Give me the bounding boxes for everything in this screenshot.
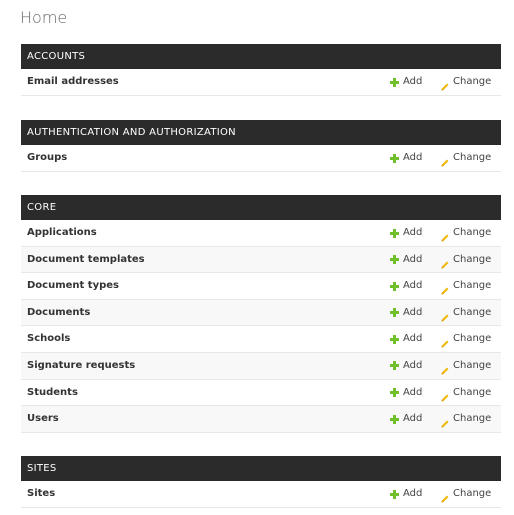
pencil-icon	[440, 228, 450, 242]
model-link[interactable]: Document templates	[27, 247, 145, 273]
model-row: Applications Add Change	[21, 220, 501, 247]
change-label: Change	[453, 152, 492, 163]
change-link[interactable]: Change	[440, 481, 491, 507]
model-link[interactable]: Document types	[27, 273, 119, 299]
add-link[interactable]: Add	[390, 353, 422, 379]
change-label: Change	[453, 386, 492, 398]
plus-icon	[390, 388, 399, 398]
pencil-icon	[440, 255, 450, 269]
change-link[interactable]: Change	[440, 300, 491, 326]
add-label: Add	[403, 413, 423, 425]
change-label: Change	[453, 306, 492, 318]
model-row: Document types Add Change	[21, 273, 501, 300]
plus-icon	[390, 414, 399, 424]
module-caption[interactable]: AUTHENTICATION AND AUTHORIZATION	[21, 120, 501, 145]
model-link[interactable]: Schools	[27, 326, 70, 352]
change-label: Change	[453, 359, 492, 371]
change-label: Change	[453, 413, 492, 425]
change-link[interactable]: Change	[440, 145, 491, 171]
pencil-icon	[440, 489, 450, 503]
model-link[interactable]: Sites	[27, 481, 55, 507]
model-link[interactable]: Applications	[27, 220, 97, 246]
add-link[interactable]: Add	[390, 300, 422, 326]
add-label: Add	[403, 280, 423, 292]
model-row: Groups Add Change	[21, 145, 501, 172]
module-3: SITES Sites Add Change	[21, 456, 501, 508]
change-link[interactable]: Change	[440, 247, 491, 273]
add-label: Add	[403, 253, 423, 265]
module-caption[interactable]: SITES	[21, 456, 501, 481]
model-link[interactable]: Signature requests	[27, 353, 135, 379]
add-label: Add	[403, 227, 423, 238]
add-link[interactable]: Add	[390, 145, 422, 171]
change-link[interactable]: Change	[440, 380, 491, 406]
plus-icon	[390, 77, 399, 87]
change-link[interactable]: Change	[440, 220, 491, 246]
pencil-icon	[440, 308, 450, 322]
add-label: Add	[403, 306, 423, 318]
plus-icon	[390, 361, 399, 371]
model-row: Students Add Change	[21, 380, 501, 407]
add-link[interactable]: Add	[390, 326, 422, 352]
change-label: Change	[453, 76, 492, 87]
module-1: AUTHENTICATION AND AUTHORIZATION Groups Ad…	[21, 120, 501, 172]
plus-icon	[390, 334, 399, 344]
change-link[interactable]: Change	[440, 273, 491, 299]
model-row: Schools Add Change	[21, 326, 501, 353]
add-link[interactable]: Add	[390, 380, 422, 406]
model-row: Signature requests Add Change	[21, 352, 501, 380]
change-label: Change	[453, 488, 492, 499]
add-link[interactable]: Add	[390, 247, 422, 273]
plus-icon	[390, 281, 399, 291]
pencil-icon	[440, 388, 450, 402]
change-label: Change	[453, 333, 492, 345]
model-link[interactable]: Email addresses	[27, 69, 119, 95]
model-row: Document templates Add Change	[21, 246, 501, 274]
add-link[interactable]: Add	[390, 220, 422, 246]
change-link[interactable]: Change	[440, 406, 491, 432]
plus-icon	[390, 228, 399, 238]
add-label: Add	[403, 359, 423, 371]
add-link[interactable]: Add	[390, 273, 422, 299]
change-link[interactable]: Change	[440, 69, 491, 95]
pencil-icon	[440, 361, 450, 375]
change-label: Change	[453, 280, 492, 292]
model-link[interactable]: Students	[27, 380, 78, 406]
add-link[interactable]: Add	[390, 69, 422, 95]
add-link[interactable]: Add	[390, 406, 422, 432]
pencil-icon	[440, 281, 450, 295]
module-caption[interactable]: ACCOUNTS	[21, 44, 501, 69]
model-row: Email addresses Add Change	[21, 69, 501, 96]
change-label: Change	[453, 227, 492, 238]
model-row: Sites Add Change	[21, 481, 501, 508]
plus-icon	[390, 255, 399, 265]
pencil-icon	[440, 334, 450, 348]
plus-icon	[390, 489, 399, 499]
module-caption[interactable]: CORE	[21, 195, 501, 220]
plus-icon	[390, 308, 399, 318]
change-link[interactable]: Change	[440, 353, 491, 379]
add-label: Add	[403, 152, 423, 163]
model-row: Users Add Change	[21, 406, 501, 433]
pencil-icon	[440, 414, 450, 428]
pencil-icon	[440, 153, 450, 167]
model-row: Documents Add Change	[21, 299, 501, 327]
add-label: Add	[403, 333, 423, 345]
change-link[interactable]: Change	[440, 326, 491, 352]
add-link[interactable]: Add	[390, 481, 422, 507]
module-0: ACCOUNTS Email addresses Add Change	[21, 44, 501, 96]
model-link[interactable]: Users	[27, 406, 59, 432]
pencil-icon	[440, 77, 450, 91]
add-label: Add	[403, 76, 423, 87]
model-link[interactable]: Groups	[27, 145, 67, 171]
plus-icon	[390, 153, 399, 163]
change-label: Change	[453, 253, 492, 265]
add-label: Add	[403, 386, 423, 398]
model-link[interactable]: Documents	[27, 300, 90, 326]
module-2: CORE Applications Add Change Document templa…	[21, 195, 501, 433]
page-title: Home	[20, 8, 68, 27]
add-label: Add	[403, 488, 423, 499]
